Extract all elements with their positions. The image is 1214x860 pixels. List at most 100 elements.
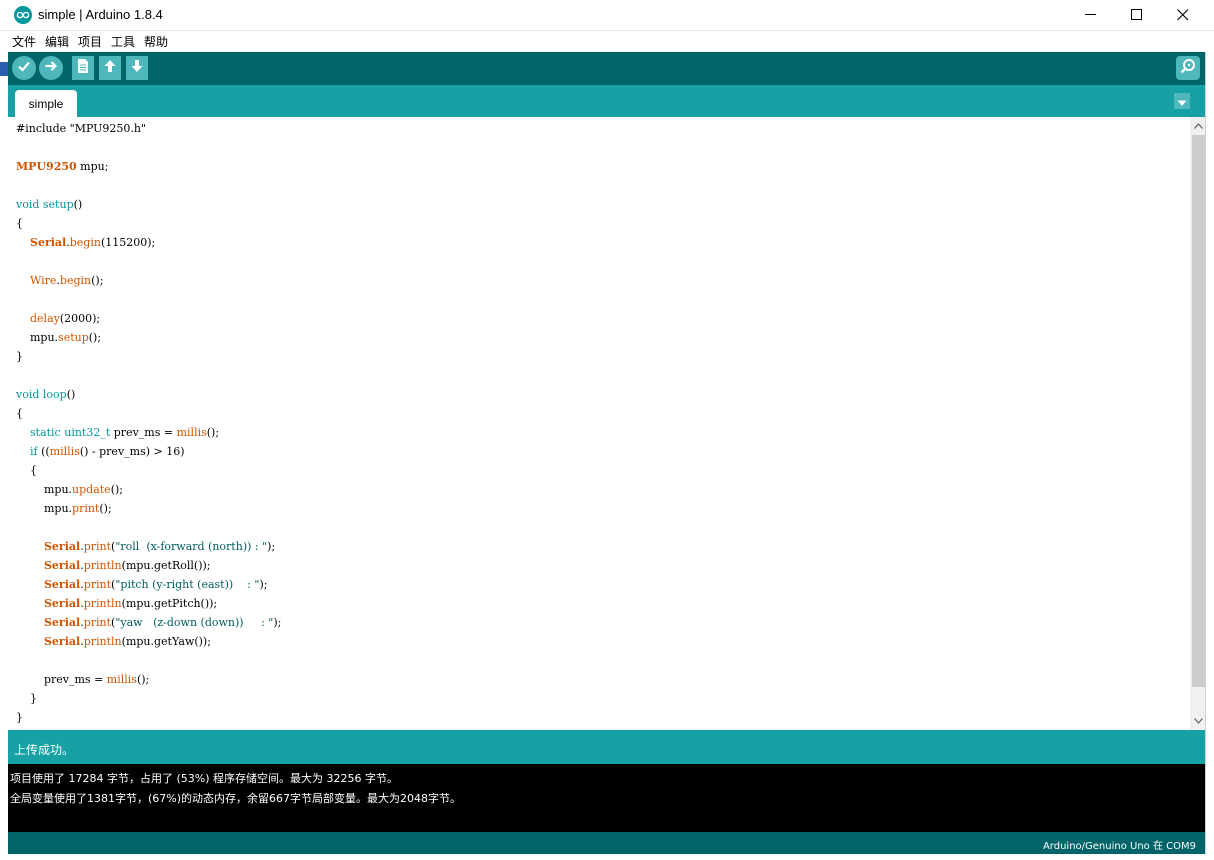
menu-sketch[interactable]: 项目 [78, 33, 102, 50]
code-token: (( [37, 445, 50, 458]
code-token: print [83, 578, 112, 591]
code-token: print [72, 502, 100, 515]
code-token: mpu; [76, 160, 109, 173]
menu-edit[interactable]: 编辑 [45, 33, 69, 50]
code-line: { [16, 462, 37, 480]
serial-monitor-icon [1179, 57, 1197, 79]
code-line: prev_ms = millis(); [16, 671, 149, 689]
code-line: Serial.begin(115200); [16, 234, 155, 252]
code-token: setup [42, 198, 74, 211]
code-token: Serial [43, 578, 81, 591]
code-token: "roll (x-forward (north)) : " [115, 540, 268, 553]
code-token: (); [99, 502, 112, 515]
code-token: uint32_t [64, 426, 111, 439]
console-line: 项目使用了 17284 字节，占用了 (53%) 程序存储空间。最大为 3225… [10, 772, 398, 785]
code-token: println [83, 597, 122, 610]
menu-help[interactable]: 帮助 [144, 33, 168, 50]
code-token: () [66, 388, 76, 401]
verify-icon [16, 58, 32, 78]
console-output[interactable]: 项目使用了 17284 字节，占用了 (53%) 程序存储空间。最大为 3225… [8, 764, 1206, 832]
tab-menu-button[interactable] [1174, 93, 1190, 109]
status-message: 上传成功。 [14, 743, 75, 757]
code-token: MPU9250 [16, 160, 77, 173]
code-token: update [72, 483, 111, 496]
close-button[interactable] [1160, 0, 1206, 30]
menu-tools[interactable]: 工具 [111, 33, 135, 50]
code-token: void [16, 388, 40, 401]
toolbar [8, 52, 1206, 85]
code-line: mpu.update(); [16, 481, 123, 499]
code-token: Serial [43, 597, 81, 610]
code-token: Serial [43, 635, 81, 648]
arduino-logo-icon [14, 6, 32, 24]
code-line: Serial.println(mpu.getYaw()); [16, 633, 211, 651]
scroll-up-icon[interactable] [1190, 119, 1206, 133]
code-token: } [16, 692, 37, 705]
code-line: mpu.setup(); [16, 329, 101, 347]
code-token: delay [30, 312, 60, 325]
code-line: Serial.println(mpu.getRoll()); [16, 557, 211, 575]
code-line: { [16, 405, 23, 423]
console-line: 全局变量使用了1381字节，(67%)的动态内存，余留667字节局部变量。最大为… [10, 792, 462, 805]
code-token: begin [59, 274, 92, 287]
new-button[interactable] [72, 56, 94, 80]
open-button[interactable] [99, 56, 121, 80]
code-token: "pitch (y-right (east)) : " [115, 578, 260, 591]
code-token: millis [106, 673, 137, 686]
code-token: () - prev_ms) > 16) [79, 445, 185, 458]
code-token: Serial [43, 559, 81, 572]
code-token: println [83, 635, 122, 648]
vertical-scrollbar[interactable] [1190, 117, 1206, 730]
code-token: prev_ms = [110, 426, 177, 439]
scrollbar-thumb[interactable] [1192, 135, 1205, 687]
code-token: ); [267, 540, 276, 553]
minimize-button[interactable] [1068, 0, 1114, 30]
code-token: "yaw (z-down (down)) : " [115, 616, 274, 629]
code-token: ); [273, 616, 282, 629]
code-token: loop [42, 388, 67, 401]
code-token: Serial [30, 236, 67, 249]
code-token: () [73, 198, 83, 211]
code-token: print [83, 616, 112, 629]
code-line: Wire.begin(); [16, 272, 103, 290]
board-status-bar: Arduino/Genuino Uno 在 COM9 [8, 832, 1206, 854]
new-icon [76, 58, 90, 78]
scroll-down-icon[interactable] [1190, 714, 1206, 728]
code-token: print [83, 540, 112, 553]
code-line: } [16, 690, 37, 708]
code-token: (); [91, 274, 104, 287]
code-line: Serial.print("pitch (y-right (east)) : "… [16, 576, 267, 594]
open-icon [103, 58, 117, 78]
serial-monitor-button[interactable] [1176, 56, 1200, 80]
code-token: (2000); [59, 312, 101, 325]
code-line: static uint32_t prev_ms = millis(); [16, 424, 219, 442]
menu-bar: 文件 编辑 项目 工具 帮助 [0, 31, 1214, 51]
code-token: Wire [30, 274, 57, 287]
code-token: } [16, 350, 23, 363]
tab-simple[interactable]: simple [15, 90, 77, 117]
code-token: prev_ms = [16, 673, 107, 686]
save-icon [130, 58, 144, 78]
code-token: begin [69, 236, 101, 249]
verify-button[interactable] [12, 56, 36, 80]
code-token: #include "MPU9250.h" [16, 122, 147, 135]
maximize-button[interactable] [1114, 0, 1160, 30]
tab-bar: simple [8, 85, 1206, 117]
code-editor[interactable]: } } prev_ms = millis(); Serial.println(m… [8, 117, 1206, 730]
code-line: #include "MPU9250.h" [16, 120, 146, 138]
save-button[interactable] [126, 56, 148, 80]
code-token: setup [58, 331, 89, 344]
upload-button[interactable] [39, 56, 63, 80]
code-line: void loop() [16, 386, 75, 404]
code-line: MPU9250 mpu; [16, 158, 108, 176]
code-token: millis [176, 426, 207, 439]
code-token: if [30, 445, 38, 458]
menu-file[interactable]: 文件 [12, 33, 36, 50]
